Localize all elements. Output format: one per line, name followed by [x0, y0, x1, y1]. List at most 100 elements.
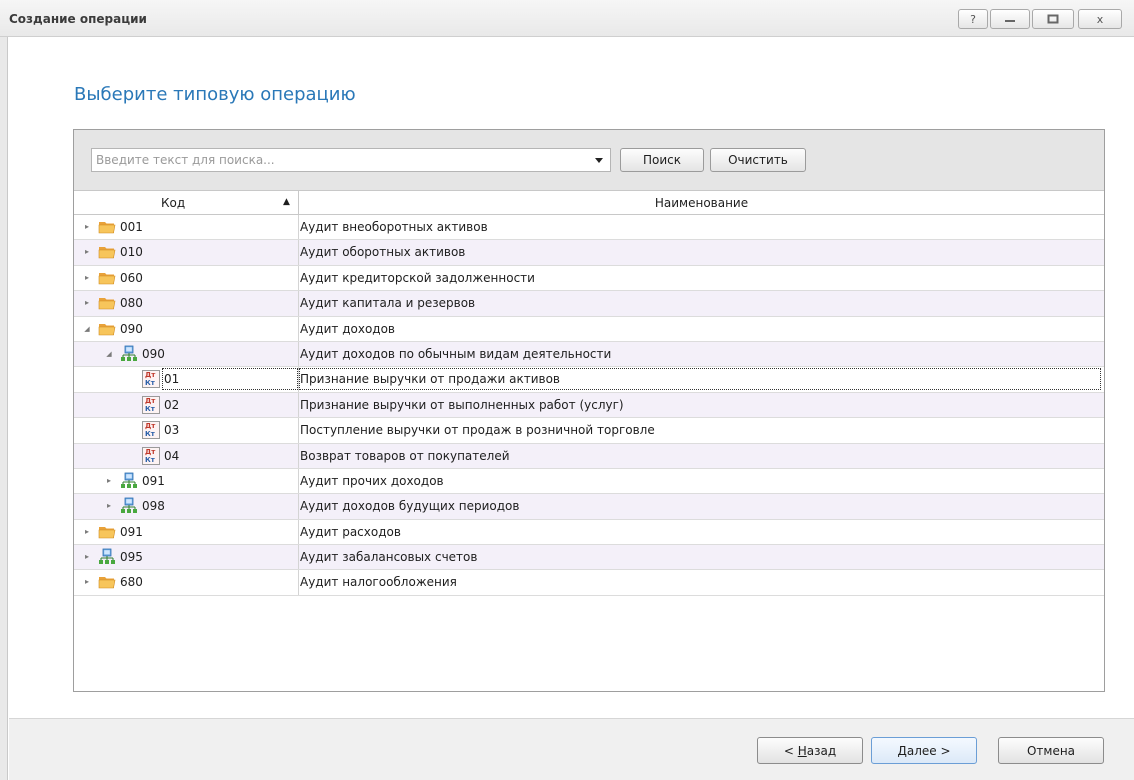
tree-row[interactable]: ▸010Аудит оборотных активов — [74, 240, 1104, 265]
operation-group-icon — [98, 548, 116, 566]
row-name: Аудит прочих доходов — [300, 474, 444, 488]
tree-row[interactable]: ДтКт01Признание выручки от продажи актив… — [74, 367, 1104, 392]
debit-glyph: Дт — [145, 397, 155, 405]
expand-toggle-icon[interactable]: ▸ — [104, 501, 114, 510]
tree-row[interactable]: ▸ 680 Аудит налогообложения — [74, 570, 1104, 595]
code-cell[interactable]: ◢090 — [74, 317, 299, 341]
debit-credit-icon: ДтКт — [142, 370, 160, 388]
help-button[interactable]: ? — [958, 9, 988, 29]
next-button[interactable]: Далее > — [871, 737, 977, 764]
cancel-button[interactable]: Отмена — [998, 737, 1104, 764]
search-input[interactable] — [91, 148, 611, 172]
window-left-frame — [0, 37, 8, 780]
back-hotkey: Н — [798, 744, 807, 758]
row-name: Аудит налогообложения — [300, 575, 457, 589]
folder-icon — [98, 269, 116, 287]
expand-toggle-icon[interactable]: ▸ — [104, 476, 114, 485]
code-cell[interactable]: ДтКт 03 — [74, 418, 299, 442]
expand-toggle-icon[interactable]: ▸ — [82, 298, 92, 307]
column-headers: Код ▲ Наименование — [74, 191, 1104, 215]
code-cell[interactable]: ▸091 — [74, 520, 299, 544]
page-title: Выберите типовую операцию — [74, 84, 356, 105]
tree-row[interactable]: ◢090Аудит доходов по обычным видам деяте… — [74, 342, 1104, 367]
column-header-name-label: Наименование — [299, 196, 1104, 210]
code-cell[interactable]: ДтКт04 — [74, 444, 299, 468]
next-rest: алее > — [907, 744, 951, 758]
tree-row[interactable]: ▸091Аудит расходов — [74, 520, 1104, 545]
row-code: 001 — [120, 220, 143, 234]
code-cell[interactable]: ▸060 — [74, 266, 299, 290]
code-cell[interactable]: ДтКт02 — [74, 393, 299, 417]
tree-row[interactable]: ДтКт03Поступление выручки от продаж в ро… — [74, 418, 1104, 443]
row-code: 098 — [142, 499, 165, 513]
code-cell[interactable]: ▸ 098 — [74, 494, 299, 518]
next-hotkey: Д — [897, 744, 906, 758]
expand-toggle-icon[interactable]: ▸ — [82, 273, 92, 282]
expand-toggle-icon[interactable]: ▸ — [82, 527, 92, 536]
operation-group-icon — [120, 497, 138, 515]
code-cell[interactable]: ▸ 091 — [74, 469, 299, 493]
expand-toggle-icon[interactable]: ▸ — [82, 577, 92, 586]
row-code: 03 — [164, 423, 179, 437]
operations-grid: Поиск Очистить Код ▲ Наименование ▸ 001 Ау… — [73, 129, 1105, 692]
search-history-dropdown[interactable] — [588, 149, 610, 171]
expand-toggle-icon[interactable]: ▸ — [82, 552, 92, 561]
code-cell[interactable]: ◢090 — [74, 342, 299, 366]
column-header-code[interactable]: Код ▲ — [74, 191, 299, 214]
back-prefix: < — [784, 744, 798, 758]
folder-icon — [98, 523, 116, 541]
code-cell[interactable]: ДтКт01 — [74, 367, 299, 391]
operation-group-icon — [120, 472, 138, 490]
code-cell[interactable]: ▸ 001 — [74, 215, 299, 239]
tree-rows: ▸001Аудит внеоборотных активов▸010Аудит … — [74, 215, 1104, 596]
expand-toggle-icon[interactable]: ▸ — [82, 247, 92, 256]
debit-glyph: Дт — [145, 371, 155, 379]
tree-row[interactable]: ▸080Аудит капитала и резервов — [74, 291, 1104, 316]
folder-icon — [98, 573, 116, 591]
code-cell[interactable]: ▸ 680 — [74, 570, 299, 594]
credit-glyph: Кт — [145, 430, 155, 438]
row-name: Аудит доходов будущих периодов — [300, 499, 519, 513]
tree-row[interactable]: ◢090Аудит доходов — [74, 317, 1104, 342]
code-cell[interactable]: ▸080 — [74, 291, 299, 315]
folder-icon — [98, 243, 116, 261]
row-code: 091 — [142, 474, 165, 488]
close-button[interactable]: x — [1078, 9, 1122, 29]
tree-row[interactable]: ДтКт02Признание выручки от выполненных р… — [74, 393, 1104, 418]
row-name: Аудит расходов — [300, 525, 401, 539]
debit-glyph: Дт — [145, 448, 155, 456]
title-bar[interactable]: Создание операции ? x — [0, 0, 1134, 37]
minimize-button[interactable] — [990, 9, 1030, 29]
maximize-button[interactable] — [1032, 9, 1074, 29]
search-button[interactable]: Поиск — [620, 148, 704, 172]
tree-row[interactable]: ▸095Аудит забалансовых счетов — [74, 545, 1104, 570]
row-name: Аудит забалансовых счетов — [300, 550, 477, 564]
tree-row[interactable]: ▸060Аудит кредиторской задолженности — [74, 266, 1104, 291]
name-focus-outline — [299, 368, 1101, 390]
back-button-label: < Назад — [784, 744, 836, 758]
row-name: Аудит доходов по обычным видам деятельно… — [300, 347, 611, 361]
debit-credit-icon: ДтКт — [142, 421, 160, 439]
expand-toggle-icon[interactable]: ▸ — [82, 222, 92, 231]
back-button[interactable]: < Назад — [757, 737, 863, 764]
code-cell[interactable]: ▸ 010 — [74, 240, 299, 264]
row-code: 010 — [120, 245, 143, 259]
tree-row[interactable]: ▸001Аудит внеоборотных активов — [74, 215, 1104, 240]
tree-row[interactable]: ▸ 091 Аудит прочих доходов — [74, 469, 1104, 494]
row-name: Аудит кредиторской задолженности — [300, 271, 535, 285]
operation-group-icon — [120, 345, 138, 363]
row-code: 680 — [120, 575, 143, 589]
collapse-toggle-icon[interactable]: ◢ — [82, 325, 92, 333]
column-header-name[interactable]: Наименование — [299, 191, 1104, 214]
collapse-toggle-icon[interactable]: ◢ — [104, 350, 114, 358]
chevron-down-icon — [595, 158, 603, 163]
clear-button[interactable]: Очистить — [710, 148, 806, 172]
clear-button-label: Очистить — [728, 153, 788, 167]
debit-credit-icon: ДтКт — [142, 447, 160, 465]
tree-row[interactable]: ДтКт04Возврат товаров от покупателей — [74, 444, 1104, 469]
maximize-icon — [1047, 14, 1059, 24]
code-cell[interactable]: ▸095 — [74, 545, 299, 569]
row-name: Аудит капитала и резервов — [300, 296, 475, 310]
sort-ascending-icon: ▲ — [283, 197, 290, 207]
tree-row[interactable]: ▸ 098 Аудит доходов будущих периодов — [74, 494, 1104, 519]
